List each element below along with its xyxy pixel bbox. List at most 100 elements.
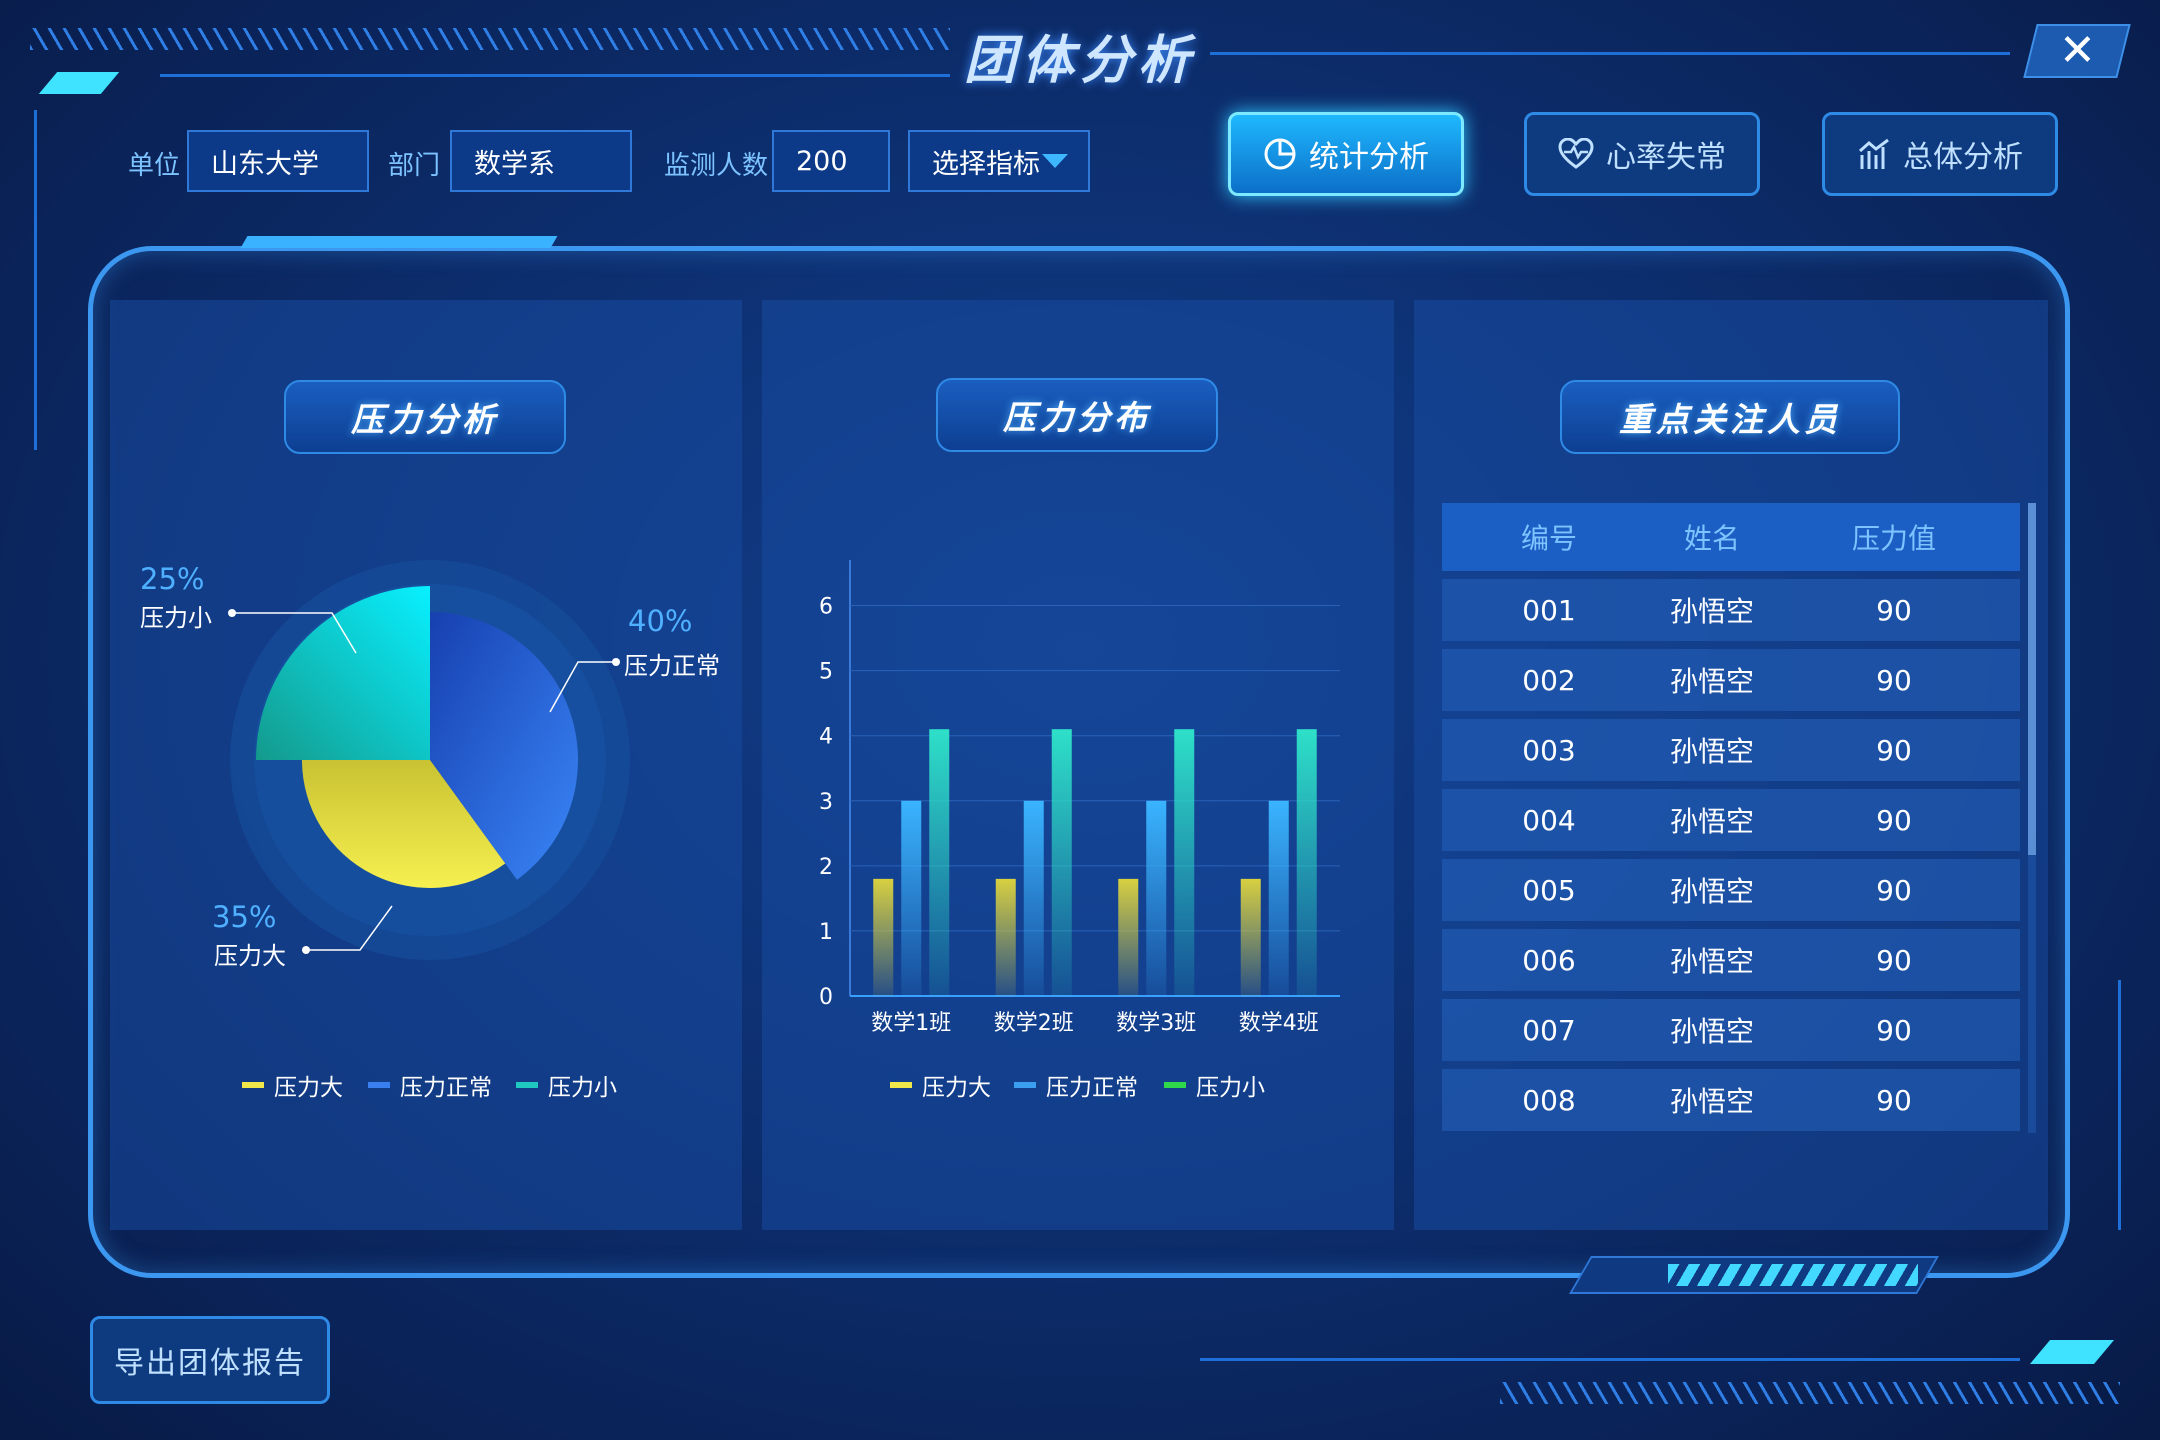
col-name: 姓名 — [1683, 522, 1740, 555]
x-tick-label: 数学3班 — [1116, 1011, 1196, 1036]
legend-label: 压力大 — [274, 1075, 343, 1101]
heart-pulse-icon — [1558, 138, 1594, 169]
legend-swatch-small — [1164, 1082, 1186, 1088]
bar-legend-normal: 压力正常 — [1014, 1068, 1138, 1102]
pressure-distribution-title: 压力分布 — [936, 378, 1218, 452]
cell-pressure: 90 — [1876, 593, 1912, 627]
unit-field[interactable]: 山东大学 — [187, 130, 369, 192]
export-report-button[interactable]: 导出团体报告 — [90, 1316, 330, 1404]
tab-arrhythmia-label: 心率失常 — [1606, 140, 1726, 175]
page-title: 团体分析 — [963, 31, 1196, 91]
key-persons-title: 重点关注人员 — [1560, 380, 1900, 454]
tab-overall-label: 总体分析 — [1903, 140, 2023, 175]
header-line-left — [160, 74, 950, 77]
legend-label: 压力大 — [922, 1075, 991, 1101]
table-row[interactable]: 007 孙悟空 90 — [1442, 999, 2020, 1061]
pie-legend-normal: 压力正常 — [368, 1068, 492, 1102]
cell-id: 006 — [1522, 943, 1576, 977]
col-pressure: 压力值 — [1851, 522, 1936, 555]
bar — [1146, 800, 1167, 996]
left-vertical-line — [34, 110, 37, 450]
bar-trend-icon — [1859, 138, 1889, 169]
pie-label-small: 压力小 — [140, 604, 212, 632]
bar — [1023, 800, 1044, 996]
y-tick-label: 5 — [819, 660, 833, 685]
cell-id: 002 — [1522, 663, 1576, 697]
y-tick-label: 0 — [819, 985, 833, 1010]
cell-pressure: 90 — [1876, 873, 1912, 907]
bar — [929, 729, 950, 996]
pressure-bar-chart: 0 1 2 3 4 5 6 数学1班 数学2班 数学3班 数学4班 — [819, 560, 1340, 1036]
pie-chart-icon — [1264, 138, 1296, 170]
key-persons-table: 编号 姓名 压力值 001 孙悟空 90 002 孙悟空 90 003 孙悟空 90 004… — [1442, 503, 2020, 1131]
table-scrollbar-thumb[interactable] — [2028, 503, 2036, 855]
x-tick-label: 数学1班 — [871, 1011, 951, 1036]
cell-name: 孙悟空 — [1669, 945, 1754, 978]
cell-name: 孙悟空 — [1669, 735, 1754, 768]
count-label: 监测人数 — [664, 151, 769, 181]
bar-legend-big: 压力大 — [890, 1068, 991, 1102]
pie-legend-small: 压力小 — [516, 1068, 617, 1102]
chevron-down-icon — [1042, 154, 1068, 168]
metric-select-label: 选择指标 — [932, 148, 1040, 180]
bar — [1051, 729, 1072, 996]
bar — [1118, 878, 1139, 996]
bar-legend-small: 压力小 — [1164, 1068, 1265, 1102]
bar — [1296, 729, 1317, 996]
footer-line — [1200, 1358, 2020, 1361]
bar — [995, 878, 1016, 996]
cell-id: 004 — [1522, 803, 1576, 837]
pie-label-small-pct: 25% — [140, 562, 205, 596]
cell-name: 孙悟空 — [1669, 595, 1754, 628]
cell-name: 孙悟空 — [1669, 1085, 1754, 1118]
col-id: 编号 — [1520, 522, 1577, 555]
cell-id: 003 — [1522, 733, 1576, 767]
header-line-right — [1210, 52, 2010, 55]
y-tick-label: 2 — [819, 855, 833, 880]
cell-id: 008 — [1522, 1083, 1576, 1117]
cell-name: 孙悟空 — [1669, 665, 1754, 698]
count-field[interactable]: 200 — [772, 130, 890, 192]
metric-select[interactable]: 选择指标 — [908, 130, 1090, 192]
table-row[interactable]: 006 孙悟空 90 — [1442, 929, 2020, 991]
pie-legend-big: 压力大 — [242, 1068, 343, 1102]
pie-leader-lines — [228, 609, 620, 954]
tab-overall[interactable]: 总体分析 — [1822, 112, 2058, 196]
header-hatch-left — [30, 28, 950, 50]
table-row[interactable]: 003 孙悟空 90 — [1442, 719, 2020, 781]
table-row[interactable]: 001 孙悟空 90 — [1442, 579, 2020, 641]
right-vertical-line — [2118, 980, 2121, 1230]
cell-id: 007 — [1522, 1013, 1576, 1047]
x-tick-label: 数学4班 — [1239, 1011, 1319, 1036]
legend-swatch-normal — [1014, 1082, 1036, 1088]
table-header: 编号 姓名 压力值 — [1442, 503, 2020, 571]
table-row[interactable]: 008 孙悟空 90 — [1442, 1069, 2020, 1131]
tab-arrhythmia[interactable]: 心率失常 — [1524, 112, 1760, 196]
dept-field[interactable]: 数学系 — [450, 130, 632, 192]
legend-label: 压力小 — [1196, 1075, 1265, 1101]
x-tick-label: 数学2班 — [994, 1011, 1074, 1036]
unit-label: 单位 — [128, 151, 181, 181]
bar — [901, 800, 922, 996]
tab-statistics[interactable]: 统计分析 — [1228, 112, 1464, 196]
cell-pressure: 90 — [1876, 733, 1912, 767]
footer-hatch-right — [1500, 1382, 2120, 1404]
close-icon: ✕ — [2058, 25, 2096, 76]
legend-swatch-normal — [368, 1082, 390, 1088]
cell-pressure: 90 — [1876, 943, 1912, 977]
y-tick-label: 3 — [819, 790, 833, 815]
cell-pressure: 90 — [1876, 803, 1912, 837]
legend-swatch-big — [242, 1082, 264, 1088]
cell-pressure: 90 — [1876, 663, 1912, 697]
table-row[interactable]: 005 孙悟空 90 — [1442, 859, 2020, 921]
decorative-progress-fill — [1668, 1264, 1918, 1286]
close-button[interactable]: ✕ — [2023, 24, 2131, 78]
table-row[interactable]: 002 孙悟空 90 — [1442, 649, 2020, 711]
cell-pressure: 90 — [1876, 1083, 1912, 1117]
table-row[interactable]: 004 孙悟空 90 — [1442, 789, 2020, 851]
legend-swatch-small — [516, 1082, 538, 1088]
cell-pressure: 90 — [1876, 1013, 1912, 1047]
legend-label: 压力正常 — [1046, 1075, 1138, 1101]
legend-swatch-big — [890, 1082, 912, 1088]
cell-id: 005 — [1522, 873, 1576, 907]
